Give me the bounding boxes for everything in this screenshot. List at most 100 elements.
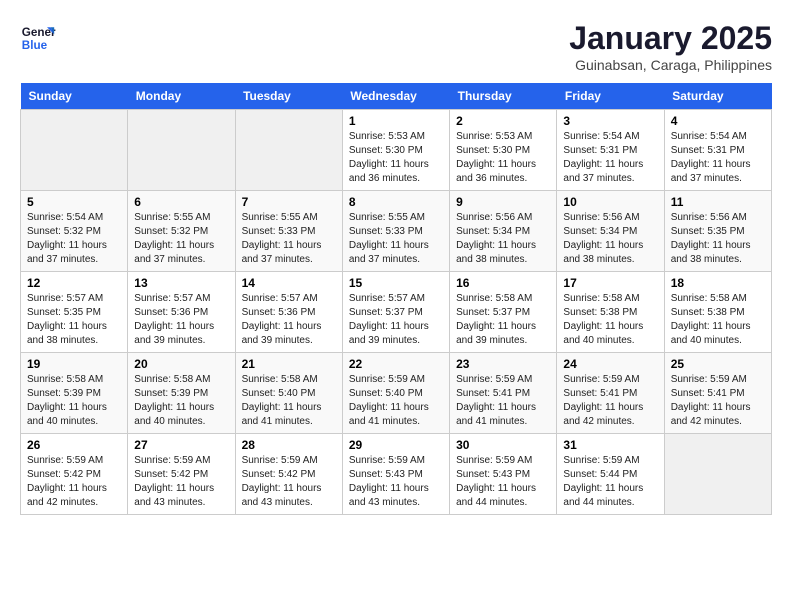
calendar-cell: 28Sunrise: 5:59 AM Sunset: 5:42 PM Dayli… bbox=[235, 434, 342, 515]
calendar-cell: 30 Sunrise: 5:59 AM Sunset: 5:43 PM Dayli… bbox=[450, 434, 557, 515]
day-number: 25 bbox=[671, 357, 765, 371]
col-monday: Monday bbox=[128, 83, 235, 110]
day-number: 24 bbox=[563, 357, 657, 371]
calendar-cell bbox=[128, 110, 235, 191]
calendar-cell bbox=[21, 110, 128, 191]
day-number: 6 bbox=[134, 195, 228, 209]
col-sunday: Sunday bbox=[21, 83, 128, 110]
day-info: Sunrise: 5:55 AM Sunset: 5:33 PM Dayligh… bbox=[242, 211, 336, 267]
day-info: Sunrise: 5:58 AM Sunset: 5:39 PM Dayligh… bbox=[27, 373, 121, 429]
day-number: 1 bbox=[349, 114, 443, 128]
calendar-table: Sunday Monday Tuesday Wednesday Thursday… bbox=[20, 83, 772, 515]
calendar-cell: 13 Sunrise: 5:57 AM Sunset: 5:36 PM Dayli… bbox=[128, 272, 235, 353]
month-title: January 2025 bbox=[569, 20, 772, 57]
day-number: 4 bbox=[671, 114, 765, 128]
day-number: 8 bbox=[349, 195, 443, 209]
calendar-cell: 9Sunrise: 5:56 AM Sunset: 5:34 PM Daylig… bbox=[450, 191, 557, 272]
day-info: Sunrise: 5:59 AM Sunset: 5:40 PM Dayligh… bbox=[349, 373, 443, 429]
calendar-cell bbox=[664, 434, 771, 515]
calendar-cell: 10 Sunrise: 5:56 AM Sunset: 5:34 PM Dayli… bbox=[557, 191, 664, 272]
calendar-cell: 8Sunrise: 5:55 AM Sunset: 5:33 PM Daylig… bbox=[342, 191, 449, 272]
day-info: Sunrise: 5:54 AM Sunset: 5:31 PM Dayligh… bbox=[563, 130, 657, 186]
day-info: Sunrise: 5:57 AM Sunset: 5:35 PM Dayligh… bbox=[27, 292, 121, 348]
calendar-cell: 22 Sunrise: 5:59 AM Sunset: 5:40 PM Dayli… bbox=[342, 353, 449, 434]
calendar-week-row: 19 Sunrise: 5:58 AM Sunset: 5:39 PM Dayli… bbox=[21, 353, 772, 434]
logo-icon: General Blue bbox=[20, 20, 56, 56]
logo: General Blue bbox=[20, 20, 56, 56]
day-info: Sunrise: 5:57 AM Sunset: 5:37 PM Dayligh… bbox=[349, 292, 443, 348]
day-number: 30 bbox=[456, 438, 550, 452]
day-number: 12 bbox=[27, 276, 121, 290]
calendar-cell: 26 Sunrise: 5:59 AM Sunset: 5:42 PM Dayli… bbox=[21, 434, 128, 515]
calendar-cell: 6 Sunrise: 5:55 AM Sunset: 5:32 PM Daylig… bbox=[128, 191, 235, 272]
day-info: Sunrise: 5:59 AM Sunset: 5:43 PM Dayligh… bbox=[349, 454, 443, 510]
calendar-cell: 31 Sunrise: 5:59 AM Sunset: 5:44 PM Dayli… bbox=[557, 434, 664, 515]
day-info: Sunrise: 5:54 AM Sunset: 5:32 PM Dayligh… bbox=[27, 211, 121, 267]
calendar-cell: 1 Sunrise: 5:53 AM Sunset: 5:30 PM Daylig… bbox=[342, 110, 449, 191]
calendar-cell: 18Sunrise: 5:58 AM Sunset: 5:38 PM Dayli… bbox=[664, 272, 771, 353]
calendar-body: 1 Sunrise: 5:53 AM Sunset: 5:30 PM Daylig… bbox=[21, 110, 772, 515]
day-number: 29 bbox=[349, 438, 443, 452]
day-info: Sunrise: 5:53 AM Sunset: 5:30 PM Dayligh… bbox=[456, 130, 550, 186]
day-number: 18 bbox=[671, 276, 765, 290]
calendar-header-row: Sunday Monday Tuesday Wednesday Thursday… bbox=[21, 83, 772, 110]
day-info: Sunrise: 5:58 AM Sunset: 5:38 PM Dayligh… bbox=[563, 292, 657, 348]
calendar-week-row: 26 Sunrise: 5:59 AM Sunset: 5:42 PM Dayli… bbox=[21, 434, 772, 515]
calendar-cell: 17 Sunrise: 5:58 AM Sunset: 5:38 PM Dayli… bbox=[557, 272, 664, 353]
calendar-cell: 23Sunrise: 5:59 AM Sunset: 5:41 PM Dayli… bbox=[450, 353, 557, 434]
day-number: 13 bbox=[134, 276, 228, 290]
calendar-cell: 16 Sunrise: 5:58 AM Sunset: 5:37 PM Dayli… bbox=[450, 272, 557, 353]
day-info: Sunrise: 5:55 AM Sunset: 5:32 PM Dayligh… bbox=[134, 211, 228, 267]
day-info: Sunrise: 5:53 AM Sunset: 5:30 PM Dayligh… bbox=[349, 130, 443, 186]
day-number: 11 bbox=[671, 195, 765, 209]
calendar-cell: 5Sunrise: 5:54 AM Sunset: 5:32 PM Daylig… bbox=[21, 191, 128, 272]
day-info: Sunrise: 5:56 AM Sunset: 5:34 PM Dayligh… bbox=[563, 211, 657, 267]
day-info: Sunrise: 5:58 AM Sunset: 5:40 PM Dayligh… bbox=[242, 373, 336, 429]
day-number: 17 bbox=[563, 276, 657, 290]
day-number: 21 bbox=[242, 357, 336, 371]
col-saturday: Saturday bbox=[664, 83, 771, 110]
day-info: Sunrise: 5:58 AM Sunset: 5:39 PM Dayligh… bbox=[134, 373, 228, 429]
day-info: Sunrise: 5:59 AM Sunset: 5:41 PM Dayligh… bbox=[563, 373, 657, 429]
calendar-cell: 11 Sunrise: 5:56 AM Sunset: 5:35 PM Dayli… bbox=[664, 191, 771, 272]
calendar-week-row: 5Sunrise: 5:54 AM Sunset: 5:32 PM Daylig… bbox=[21, 191, 772, 272]
day-number: 23 bbox=[456, 357, 550, 371]
calendar-cell: 29 Sunrise: 5:59 AM Sunset: 5:43 PM Dayli… bbox=[342, 434, 449, 515]
day-info: Sunrise: 5:59 AM Sunset: 5:42 PM Dayligh… bbox=[134, 454, 228, 510]
calendar-week-row: 1 Sunrise: 5:53 AM Sunset: 5:30 PM Daylig… bbox=[21, 110, 772, 191]
day-number: 27 bbox=[134, 438, 228, 452]
day-number: 15 bbox=[349, 276, 443, 290]
day-info: Sunrise: 5:59 AM Sunset: 5:42 PM Dayligh… bbox=[27, 454, 121, 510]
calendar-cell: 21 Sunrise: 5:58 AM Sunset: 5:40 PM Dayli… bbox=[235, 353, 342, 434]
calendar-cell: 2 Sunrise: 5:53 AM Sunset: 5:30 PM Daylig… bbox=[450, 110, 557, 191]
calendar-cell: 12 Sunrise: 5:57 AM Sunset: 5:35 PM Dayli… bbox=[21, 272, 128, 353]
day-info: Sunrise: 5:59 AM Sunset: 5:41 PM Dayligh… bbox=[671, 373, 765, 429]
day-number: 16 bbox=[456, 276, 550, 290]
day-info: Sunrise: 5:57 AM Sunset: 5:36 PM Dayligh… bbox=[134, 292, 228, 348]
page-header: General Blue January 2025 Guinabsan, Car… bbox=[20, 20, 772, 73]
day-info: Sunrise: 5:56 AM Sunset: 5:35 PM Dayligh… bbox=[671, 211, 765, 267]
day-number: 26 bbox=[27, 438, 121, 452]
calendar-cell: 19 Sunrise: 5:58 AM Sunset: 5:39 PM Dayli… bbox=[21, 353, 128, 434]
calendar-cell: 27 Sunrise: 5:59 AM Sunset: 5:42 PM Dayli… bbox=[128, 434, 235, 515]
day-info: Sunrise: 5:58 AM Sunset: 5:37 PM Dayligh… bbox=[456, 292, 550, 348]
day-info: Sunrise: 5:59 AM Sunset: 5:42 PM Dayligh… bbox=[242, 454, 336, 510]
day-number: 10 bbox=[563, 195, 657, 209]
day-number: 19 bbox=[27, 357, 121, 371]
day-number: 2 bbox=[456, 114, 550, 128]
col-thursday: Thursday bbox=[450, 83, 557, 110]
day-info: Sunrise: 5:57 AM Sunset: 5:36 PM Dayligh… bbox=[242, 292, 336, 348]
calendar-cell: 4Sunrise: 5:54 AM Sunset: 5:31 PM Daylig… bbox=[664, 110, 771, 191]
calendar-cell: 3 Sunrise: 5:54 AM Sunset: 5:31 PM Daylig… bbox=[557, 110, 664, 191]
day-info: Sunrise: 5:59 AM Sunset: 5:44 PM Dayligh… bbox=[563, 454, 657, 510]
col-friday: Friday bbox=[557, 83, 664, 110]
day-number: 31 bbox=[563, 438, 657, 452]
day-number: 22 bbox=[349, 357, 443, 371]
calendar-cell: 14Sunrise: 5:57 AM Sunset: 5:36 PM Dayli… bbox=[235, 272, 342, 353]
day-number: 3 bbox=[563, 114, 657, 128]
svg-text:Blue: Blue bbox=[22, 39, 48, 52]
col-wednesday: Wednesday bbox=[342, 83, 449, 110]
calendar-cell: 24 Sunrise: 5:59 AM Sunset: 5:41 PM Dayli… bbox=[557, 353, 664, 434]
day-info: Sunrise: 5:59 AM Sunset: 5:43 PM Dayligh… bbox=[456, 454, 550, 510]
location-subtitle: Guinabsan, Caraga, Philippines bbox=[569, 57, 772, 73]
